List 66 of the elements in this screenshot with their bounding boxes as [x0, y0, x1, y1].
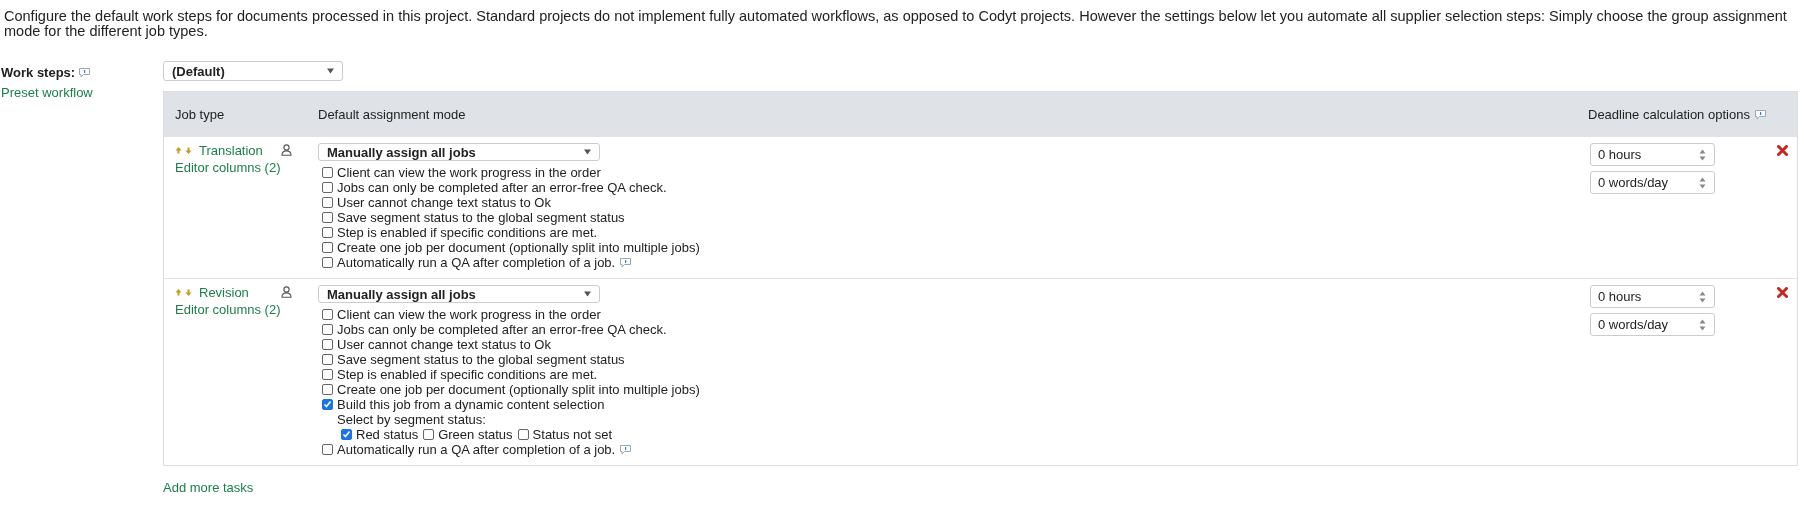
editor-columns-link[interactable]: Editor columns (2): [175, 160, 281, 175]
editor-columns-link[interactable]: Editor columns (2): [175, 302, 281, 317]
checkbox[interactable]: [341, 429, 352, 440]
option-label: User cannot change text status to Ok: [337, 195, 551, 210]
checkbox[interactable]: [423, 429, 435, 440]
option-label: Create one job per document (optionally split into multiple jobs): [337, 382, 700, 397]
field-label: Work steps:: [1, 65, 76, 80]
checkbox[interactable]: [322, 384, 333, 395]
intro-text: Configure the default work steps for documents processed in this project. Standard projects do not implement fully automated workflows, as opposed to Codyt projects. However the settings below let you automate all supplier selection steps: Simply choose the group assignment mode for the different job types.: [3, 7, 1788, 39]
checkbox[interactable]: [322, 212, 333, 223]
checkbox[interactable]: [322, 182, 333, 193]
checkbox[interactable]: [322, 242, 333, 253]
option-label: Jobs can only be completed after an error-free QA check.: [337, 322, 667, 337]
checkbox[interactable]: [322, 227, 333, 238]
hours-input[interactable]: 0 hours: [1590, 143, 1715, 166]
delete-icon[interactable]: [1777, 145, 1788, 156]
checkbox[interactable]: [322, 257, 333, 268]
preset-workflow-link[interactable]: Preset workflow: [1, 85, 163, 100]
assignment-dropdown[interactable]: Manually assign all jobs: [318, 285, 600, 303]
checkbox[interactable]: [322, 324, 333, 335]
column-header: Job type: [174, 106, 226, 122]
checkbox[interactable]: [322, 197, 333, 208]
spinner-icon[interactable]: [1699, 148, 1706, 161]
checkbox[interactable]: [322, 167, 333, 178]
option-label: Jobs can only be completed after an error-free QA check.: [337, 180, 667, 195]
checkbox[interactable]: [322, 339, 333, 350]
option-label: Client can view the work progress in the order: [337, 165, 601, 180]
option-label: Automatically run a QA after completion of a job.: [337, 255, 616, 270]
option-label: Automatically run a QA after completion of a job.: [337, 442, 616, 457]
option-label: Step is enabled if specific conditions are met.: [337, 225, 598, 240]
option-label: Red status: [356, 427, 419, 442]
option-label: Status not set: [532, 427, 613, 442]
caret-icon: [584, 291, 591, 297]
option-label: Save segment status to the global segment status: [337, 352, 625, 367]
column-header: Deadline calculation options: [1588, 106, 1750, 122]
checkbox[interactable]: [322, 309, 333, 320]
option-label: Step is enabled if specific conditions are met.: [337, 367, 598, 382]
words-per-day-input[interactable]: 0 words/day: [1590, 171, 1715, 194]
spinner-icon[interactable]: [1699, 176, 1706, 189]
checkbox[interactable]: [322, 369, 333, 380]
caret-icon: [327, 68, 334, 74]
user-icon[interactable]: [281, 144, 292, 156]
words-per-day-input[interactable]: 0 words/day: [1590, 313, 1715, 336]
assignment-dropdown[interactable]: Manually assign all jobs: [318, 143, 600, 161]
checkbox[interactable]: [517, 429, 529, 440]
job-type-link[interactable]: Revision: [199, 285, 249, 300]
option-label: Create one job per document (optionally split into multiple jobs): [337, 240, 700, 255]
caret-icon: [584, 149, 591, 155]
job-type-link[interactable]: Translation: [199, 143, 263, 158]
add-more-tasks-link[interactable]: Add more tasks: [163, 480, 254, 495]
checkbox[interactable]: [322, 444, 333, 455]
hours-input[interactable]: 0 hours: [1590, 285, 1715, 308]
option-label: Build this job from a dynamic content selection: [337, 397, 605, 412]
column-header: Default assignment mode: [318, 106, 467, 122]
sub-label: Select by segment status:: [336, 412, 487, 427]
work-steps-dropdown[interactable]: (Default): [163, 61, 343, 81]
checkbox[interactable]: [322, 399, 333, 410]
checkbox[interactable]: [322, 354, 333, 365]
delete-icon[interactable]: [1777, 287, 1788, 298]
option-label: Client can view the work progress in the order: [337, 307, 601, 322]
user-icon[interactable]: [281, 286, 292, 298]
option-label: Green status: [438, 427, 513, 442]
option-label: User cannot change text status to Ok: [337, 337, 551, 352]
spinner-icon[interactable]: [1699, 318, 1706, 331]
option-label: Save segment status to the global segment status: [337, 210, 625, 225]
spinner-icon[interactable]: [1699, 290, 1706, 303]
